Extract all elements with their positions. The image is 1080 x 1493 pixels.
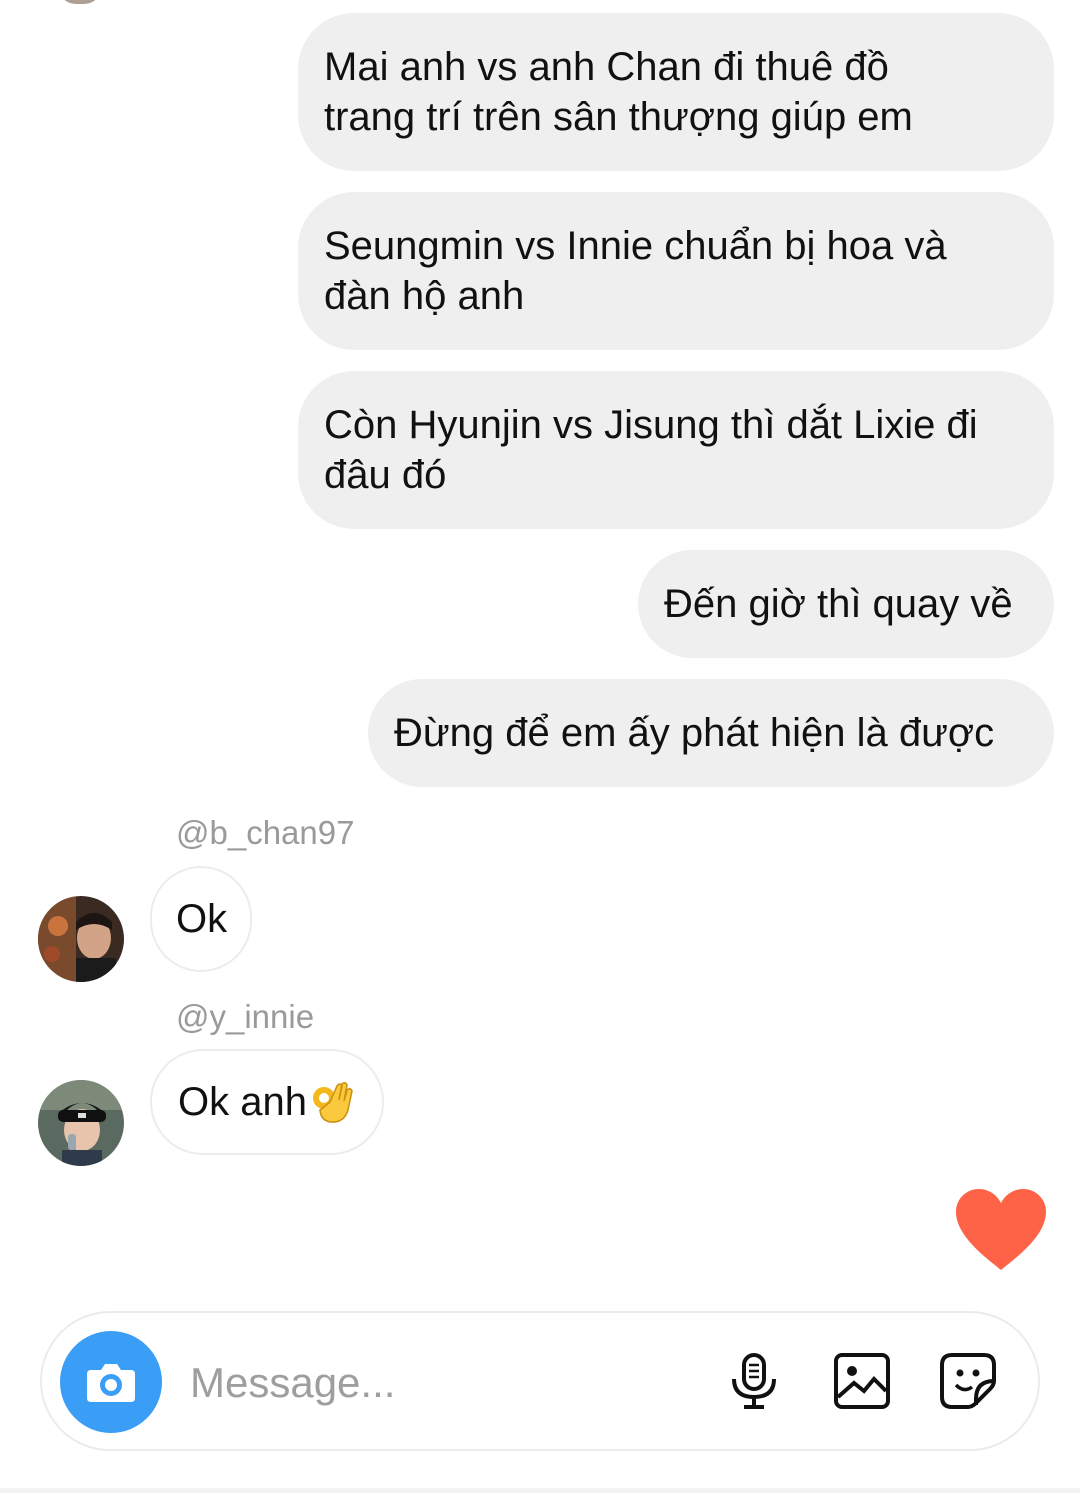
sticker-icon[interactable]: [938, 1351, 998, 1411]
outgoing-message[interactable]: Seungmin vs Innie chuẩn bị hoa và đàn hộ…: [298, 192, 1054, 350]
message-input[interactable]: Message...: [190, 1353, 395, 1413]
message-line: đàn hộ anh: [324, 274, 525, 318]
gallery-icon[interactable]: [832, 1351, 892, 1411]
message-line: trang trí trên sân thượng giúp em: [324, 95, 913, 139]
message-line: Mai anh vs anh Chan đi thuê đồ: [324, 45, 889, 89]
sender-username: @b_chan97: [176, 814, 355, 851]
previous-avatar-edge: [58, 0, 102, 4]
message-line: Đến giờ thì quay về: [664, 582, 1013, 626]
outgoing-message[interactable]: Đến giờ thì quay về: [638, 550, 1054, 658]
avatar[interactable]: [38, 896, 124, 982]
message-text: Ok: [176, 897, 228, 941]
incoming-message[interactable]: Ok: [150, 866, 252, 972]
camera-icon: [87, 1364, 135, 1402]
microphone-icon[interactable]: [724, 1351, 784, 1411]
incoming-message[interactable]: Ok anh: [150, 1049, 384, 1155]
message-composer: Message...: [40, 1311, 1040, 1451]
message-line: Seungmin vs Innie chuẩn bị hoa và: [324, 224, 947, 268]
bottom-divider: [0, 1488, 1080, 1493]
message-line: Còn Hyunjin vs Jisung thì dắt Lixie đi: [324, 403, 978, 447]
outgoing-message[interactable]: Mai anh vs anh Chan đi thuê đồ trang trí…: [298, 13, 1054, 171]
outgoing-message[interactable]: Còn Hyunjin vs Jisung thì dắt Lixie đi đ…: [298, 371, 1054, 529]
message-line: Đừng để em ấy phát hiện là được: [394, 711, 995, 755]
sender-username: @y_innie: [176, 998, 315, 1035]
heart-icon[interactable]: [952, 1186, 1050, 1272]
message-text: Ok anh: [178, 1080, 307, 1124]
camera-button[interactable]: [60, 1331, 162, 1433]
message-line: đâu đó: [324, 453, 447, 497]
avatar[interactable]: [38, 1080, 124, 1166]
ok-hand-emoji: [312, 1081, 353, 1123]
outgoing-message[interactable]: Đừng để em ấy phát hiện là được: [368, 679, 1054, 787]
